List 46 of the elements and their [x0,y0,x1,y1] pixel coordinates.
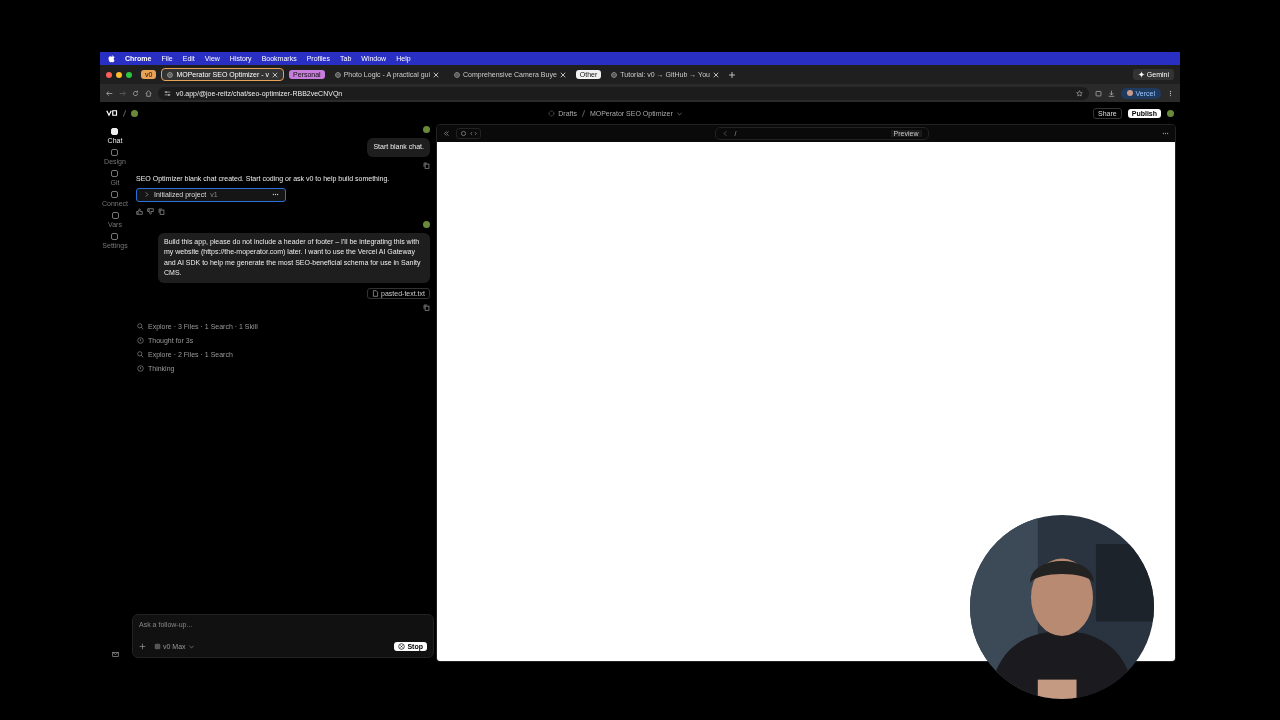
copy-icon[interactable] [158,207,165,215]
file-icon [372,289,380,297]
reload-icon[interactable] [132,89,139,97]
close-icon[interactable] [712,71,719,78]
new-tab-icon[interactable] [728,71,735,78]
collapse-icon[interactable] [443,130,450,137]
spinner-icon [548,109,556,117]
avatar-icon [423,220,430,228]
search-icon [137,350,144,358]
minimize-window-icon[interactable] [116,71,122,78]
avatar-icon[interactable] [1167,109,1174,117]
copy-icon[interactable] [423,161,430,169]
chevron-right-icon [143,191,150,198]
back-icon[interactable] [106,89,113,97]
globe-icon [611,71,618,78]
extensions-icon[interactable] [1094,89,1102,97]
search-icon [137,322,144,330]
avatar-icon[interactable] [131,109,138,117]
add-icon[interactable] [139,643,146,650]
avatar-icon [423,126,430,133]
copy-icon[interactable] [423,303,430,311]
close-icon[interactable] [433,71,439,78]
chevron-down-icon [187,643,195,650]
sparkle-icon [1137,71,1145,78]
more-icon[interactable] [1162,130,1169,137]
model-icon [154,643,161,650]
close-icon[interactable] [559,71,566,78]
maximize-window-icon[interactable] [126,71,132,78]
logo-icon[interactable] [106,109,118,117]
eye-icon[interactable] [460,130,467,137]
apple-icon[interactable] [108,54,115,63]
more-icon[interactable] [272,191,279,198]
stop-icon [398,643,406,650]
globe-icon [454,71,460,78]
globe-icon [334,71,341,78]
code-icon[interactable] [470,130,477,137]
home-icon[interactable] [145,89,152,97]
close-icon[interactable] [272,71,278,78]
download-icon[interactable] [1107,89,1115,97]
mail-icon[interactable] [111,651,119,658]
thumbs-up-icon[interactable] [136,207,143,215]
close-window-icon[interactable] [106,71,112,78]
more-icon[interactable] [1167,89,1174,97]
view-switcher[interactable] [456,128,481,139]
globe-icon [167,71,174,78]
thumbs-down-icon[interactable] [147,207,154,215]
